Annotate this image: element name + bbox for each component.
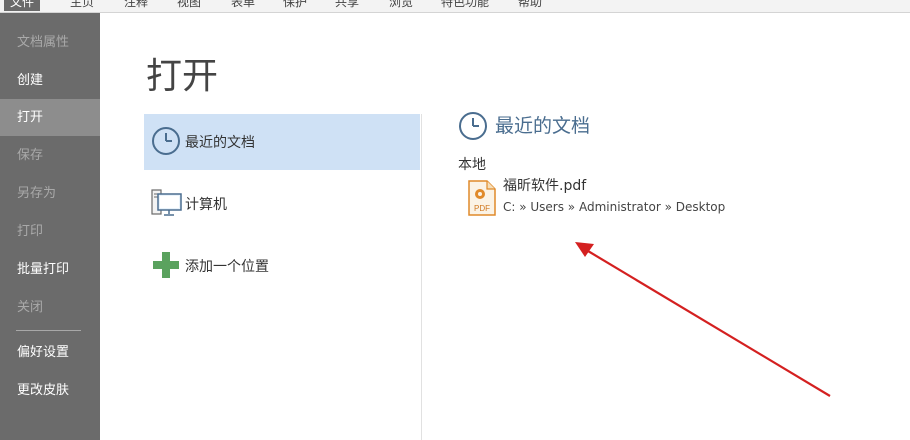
page-title: 打开 <box>146 56 219 97</box>
recent-file-item[interactable]: PDF 福昕软件.pdf C: » Users » Administrator … <box>466 176 766 218</box>
menu-comment[interactable]: 注释 <box>124 0 148 11</box>
sidebar-item-print[interactable]: 打印 <box>0 213 100 250</box>
svg-text:PDF: PDF <box>474 204 490 213</box>
menu-form[interactable]: 表单 <box>231 0 255 11</box>
menu-file[interactable]: 文件 <box>4 0 41 11</box>
sidebar-item-save[interactable]: 保存 <box>0 137 100 174</box>
computer-icon <box>151 188 183 222</box>
sidebar-divider <box>16 330 81 331</box>
recent-file-path: C: » Users » Administrator » Desktop <box>503 200 726 214</box>
menu-view[interactable]: 视图 <box>177 0 201 11</box>
recent-title: 最近的文档 <box>495 115 591 137</box>
location-add-place[interactable]: 添加一个位置 <box>144 238 420 294</box>
location-recent-documents[interactable]: 最近的文档 <box>144 114 420 170</box>
location-label: 最近的文档 <box>185 135 255 151</box>
annotation-arrow <box>575 242 831 397</box>
menu-share[interactable]: 共享 <box>335 0 359 11</box>
location-label: 添加一个位置 <box>185 259 269 275</box>
recent-file-name: 福昕软件.pdf <box>503 178 587 194</box>
sidebar-item-create[interactable]: 创建 <box>0 62 100 99</box>
plus-icon <box>151 250 181 284</box>
local-group-label: 本地 <box>458 157 486 173</box>
menu-home[interactable]: 主页 <box>70 0 94 11</box>
pane-divider <box>421 114 422 440</box>
sidebar-item-close[interactable]: 关闭 <box>0 289 100 326</box>
sidebar-item-properties[interactable]: 文档属性 <box>0 24 100 61</box>
clock-icon <box>458 111 488 145</box>
pdf-file-icon: PDF <box>468 180 496 220</box>
backstage-sidebar: 文档属性 创建 打开 保存 另存为 打印 批量打印 关闭 偏好设置 更改皮肤 <box>0 13 100 440</box>
menu-help[interactable]: 帮助 <box>518 0 542 11</box>
sidebar-item-preferences[interactable]: 偏好设置 <box>0 334 100 371</box>
sidebar-item-change-skin[interactable]: 更改皮肤 <box>0 372 100 409</box>
clock-icon <box>151 126 181 160</box>
sidebar-item-batch-print[interactable]: 批量打印 <box>0 251 100 288</box>
menu-protect[interactable]: 保护 <box>283 0 307 11</box>
sidebar-item-open[interactable]: 打开 <box>0 99 100 136</box>
menu-bar: 文件 主页 注释 视图 表单 保护 共享 浏览 特色功能 帮助 <box>0 0 910 13</box>
location-computer[interactable]: 计算机 <box>144 176 420 232</box>
location-label: 计算机 <box>185 197 227 213</box>
sidebar-item-save-as[interactable]: 另存为 <box>0 175 100 212</box>
menu-browse[interactable]: 浏览 <box>389 0 413 11</box>
menu-features[interactable]: 特色功能 <box>441 0 489 11</box>
